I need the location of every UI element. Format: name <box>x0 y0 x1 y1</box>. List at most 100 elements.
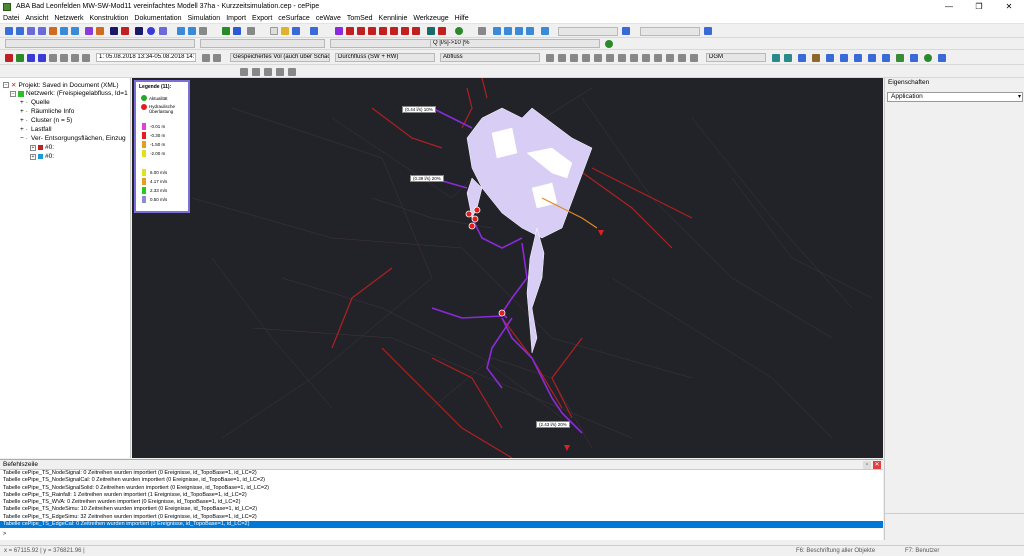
tool-d2-icon[interactable] <box>252 68 260 76</box>
tool-c8-icon[interactable] <box>868 54 876 62</box>
toolbar-combo-2[interactable] <box>640 27 700 36</box>
tool5-icon[interactable] <box>379 27 387 35</box>
refresh-icon[interactable] <box>202 54 210 62</box>
outflow-select[interactable]: Abfluss <box>440 53 540 62</box>
tree-item-lastfall[interactable]: + · Lastfall <box>20 126 52 133</box>
tree-subitem-2[interactable]: + #0: <box>30 153 54 160</box>
log-line-selected[interactable]: Tabelle cePipe_TS_EdgeCal: 0 Zeitreihen … <box>0 521 883 529</box>
close-icon[interactable]: ✕ <box>873 461 881 469</box>
open-icon[interactable] <box>281 27 289 35</box>
record-icon[interactable] <box>5 54 13 62</box>
collapse-icon[interactable]: − <box>3 82 9 88</box>
step5-icon[interactable] <box>71 54 79 62</box>
tool-b6-icon[interactable] <box>606 54 614 62</box>
pointer-icon[interactable] <box>110 27 118 35</box>
zoom-in-icon[interactable] <box>27 27 35 35</box>
map-legend[interactable]: Legende (11): Aktualität Hydraulische Üb… <box>134 80 190 213</box>
time-range-select[interactable]: 1: 05.08.2018 13:34-05.08.2018 14: <box>96 53 196 62</box>
expand-icon[interactable]: + <box>30 153 36 160</box>
menu-export[interactable]: Export <box>252 15 272 22</box>
tool-d4-icon[interactable] <box>276 68 284 76</box>
tool-c9-icon[interactable] <box>882 54 890 62</box>
circle-icon[interactable] <box>147 27 155 35</box>
tool-b10-icon[interactable] <box>654 54 662 62</box>
stored-volume-select[interactable]: Gespeichertes Vol (auch über Schach <box>230 53 330 62</box>
overload-node-4[interactable] <box>473 206 481 214</box>
tool4-icon[interactable] <box>368 27 376 35</box>
menu-konstruktion[interactable]: Konstruktion <box>90 15 129 22</box>
tool-b13-icon[interactable] <box>690 54 698 62</box>
window-icon[interactable] <box>85 27 93 35</box>
step6-icon[interactable] <box>82 54 90 62</box>
menu-import[interactable]: Import <box>226 15 246 22</box>
overload-node-1[interactable] <box>465 210 473 218</box>
print-icon[interactable] <box>247 27 255 35</box>
tool-b9-icon[interactable] <box>642 54 650 62</box>
field-a[interactable] <box>5 39 195 48</box>
save-icon[interactable] <box>292 27 300 35</box>
forward-icon[interactable] <box>71 27 79 35</box>
maximize-button[interactable]: ❐ <box>964 0 994 13</box>
properties-object-select[interactable]: Application ▾ <box>887 92 1023 102</box>
tree-item-ver-entsorgung[interactable]: − · Ver- Entsorgungsflächen, Einzug <box>20 135 126 142</box>
tool-c3-icon[interactable] <box>798 54 806 62</box>
zoom-out-icon[interactable] <box>38 27 46 35</box>
tool-b2-icon[interactable] <box>558 54 566 62</box>
tool-c6-icon[interactable] <box>840 54 848 62</box>
overload-node-2[interactable] <box>471 215 479 223</box>
layer-icon[interactable] <box>222 27 230 35</box>
tool15-icon[interactable] <box>515 27 523 35</box>
tool-c10-icon[interactable] <box>896 54 904 62</box>
tool14-icon[interactable] <box>504 27 512 35</box>
hand-icon[interactable] <box>96 27 104 35</box>
overload-node-3[interactable] <box>468 222 476 230</box>
tool-d5-icon[interactable] <box>288 68 296 76</box>
node-icon[interactable] <box>121 27 129 35</box>
tool-c1-icon[interactable] <box>772 54 780 62</box>
menu-simulation[interactable]: Simulation <box>188 15 221 22</box>
menu-cesurface[interactable]: ceSurface <box>278 15 310 22</box>
tool7-icon[interactable] <box>401 27 409 35</box>
tree-root[interactable]: − ✕ Projekt: Saved in Document (XML) <box>3 81 119 89</box>
command-input[interactable]: > <box>0 528 883 535</box>
new-icon[interactable] <box>270 27 278 35</box>
help-icon[interactable] <box>310 27 318 35</box>
menu-kennlinie[interactable]: Kennlinie <box>379 15 408 22</box>
tree-subitem-1[interactable]: + #0: <box>30 144 54 151</box>
tool13-icon[interactable] <box>493 27 501 35</box>
tree-network[interactable]: − Netzwerk: (Freispiegelabfluss, Id=1 <box>10 90 128 97</box>
tree-item-raeumliche-info[interactable]: + · Räumliche Info <box>20 108 74 115</box>
network-map[interactable] <box>132 78 883 458</box>
back-icon[interactable] <box>60 27 68 35</box>
tool-b1-icon[interactable] <box>546 54 554 62</box>
menu-hilfe[interactable]: Hilfe <box>455 15 469 22</box>
tool-c5-icon[interactable] <box>826 54 834 62</box>
tool6-icon[interactable] <box>390 27 398 35</box>
globe-icon[interactable] <box>924 54 932 62</box>
tool17-icon[interactable] <box>541 27 549 35</box>
menu-cewave[interactable]: ceWave <box>316 15 341 22</box>
tree-item-quelle[interactable]: + · Quelle <box>20 99 50 106</box>
menu-dokumentation[interactable]: Dokumentation <box>134 15 181 22</box>
close-button[interactable]: ✕ <box>994 0 1024 13</box>
play-icon[interactable] <box>16 54 24 62</box>
select-icon[interactable] <box>5 27 13 35</box>
tool1-icon[interactable] <box>335 27 343 35</box>
pin-icon[interactable]: ▫ <box>863 461 871 469</box>
tree-item-cluster[interactable]: + · Cluster (n = 5) <box>20 117 72 124</box>
tool11-icon[interactable] <box>455 27 463 35</box>
step2-icon[interactable] <box>38 54 46 62</box>
tool12-icon[interactable] <box>478 27 486 35</box>
step-icon[interactable] <box>27 54 35 62</box>
route-icon[interactable] <box>177 27 185 35</box>
step3-icon[interactable] <box>49 54 57 62</box>
step4-icon[interactable] <box>60 54 68 62</box>
route2-icon[interactable] <box>188 27 196 35</box>
outlet-2[interactable] <box>564 445 570 451</box>
tool-b12-icon[interactable] <box>678 54 686 62</box>
menu-werkzeuge[interactable]: Werkzeuge <box>413 15 448 22</box>
menu-netzwerk[interactable]: Netzwerk <box>54 15 83 22</box>
map-canvas[interactable]: (0.44 l/s) 10% (0.39 l/s) 20% (2.43 l/s)… <box>132 78 883 458</box>
tool8-icon[interactable] <box>412 27 420 35</box>
tool-c12-icon[interactable] <box>938 54 946 62</box>
